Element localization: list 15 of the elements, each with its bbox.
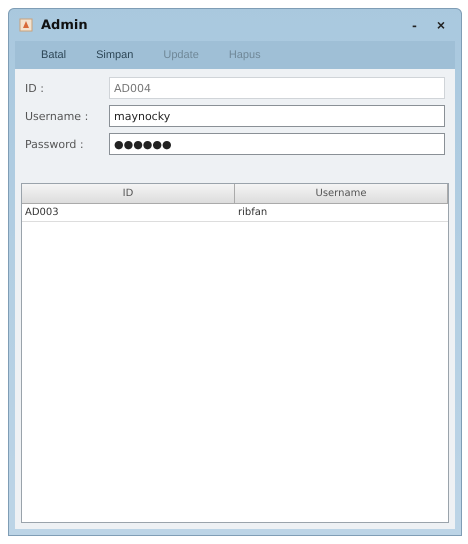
table-cell-text: AD003 — [24, 206, 60, 220]
toolbar-button[interactable]: Batal — [31, 46, 76, 64]
field-label: Username : — [25, 110, 90, 122]
window-title: Admin — [41, 18, 89, 32]
close-button[interactable]: × — [430, 17, 451, 33]
column-header[interactable]: Username — [235, 184, 448, 203]
input-field[interactable]: ●●●●●● — [109, 133, 445, 155]
field-label: Password : — [25, 138, 85, 150]
column-header[interactable]: ID — [22, 184, 235, 203]
toolbar-button[interactable]: Simpan — [86, 46, 144, 64]
input-field[interactable]: maynocky — [109, 105, 445, 127]
table-cell-text: ribfan — [237, 206, 268, 220]
minimize-button[interactable]: - — [406, 17, 423, 33]
app-icon — [19, 18, 33, 32]
field-label: ID : — [25, 82, 45, 94]
